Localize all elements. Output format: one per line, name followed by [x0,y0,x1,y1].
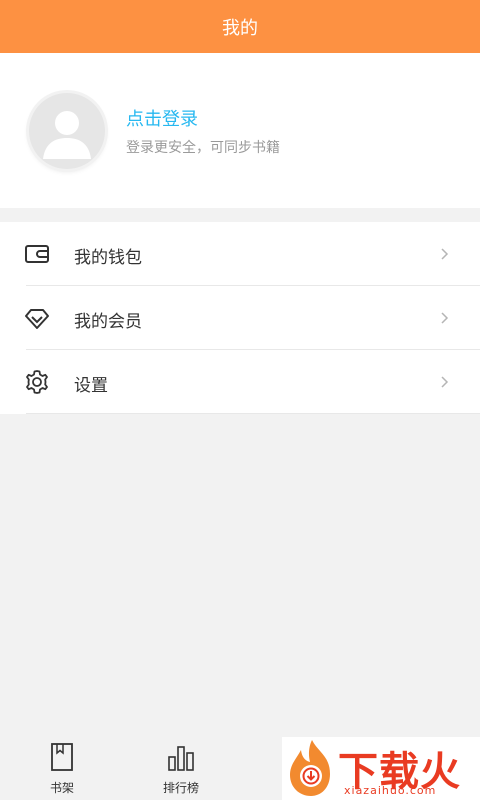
diamond-icon [25,309,49,329]
tab-bookshelf[interactable]: 书架 [22,733,102,800]
tab-label: 排行榜 [162,781,199,795]
menu-item-label: 设置 [74,376,108,396]
login-link[interactable]: 点击登录 [126,105,198,131]
menu-item-settings[interactable]: 设置 [0,350,480,414]
login-subtitle: 登录更安全，可同步书籍 [126,140,280,156]
avatar[interactable] [29,93,105,169]
page-title: 我的 [222,17,258,39]
chevron-right-icon [441,312,449,324]
gear-icon [26,370,48,394]
menu-list: 我的钱包 我的会员 设置 [0,222,480,414]
flame-logo-icon [290,740,330,796]
menu-item-label: 我的钱包 [74,248,142,268]
tab-ranking[interactable]: 排行榜 [141,733,221,800]
menu-item-membership[interactable]: 我的会员 [0,286,480,350]
watermark: 下载火 xiazaihuo.com [282,737,480,800]
top-bar: 我的 [0,0,480,53]
wallet-icon [25,245,49,263]
user-placeholder-icon [43,111,91,159]
bookshelf-icon [51,743,73,771]
profile-section: 点击登录 登录更安全，可同步书籍 [0,53,480,208]
chevron-right-icon [441,376,449,388]
menu-item-wallet[interactable]: 我的钱包 [0,222,480,286]
divider [26,413,480,414]
menu-item-label: 我的会员 [74,312,142,332]
watermark-site: xiazaihuo.com [344,784,437,797]
chevron-right-icon [441,248,449,260]
tab-label: 书架 [49,781,74,795]
ranking-icon [168,746,194,771]
